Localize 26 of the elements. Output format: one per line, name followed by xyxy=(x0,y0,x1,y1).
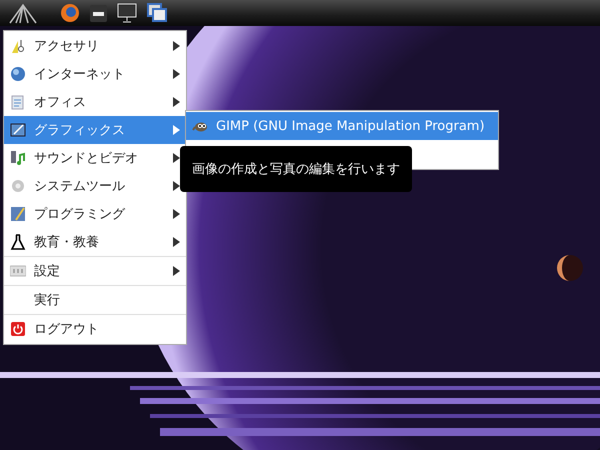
monitor-icon[interactable] xyxy=(117,3,137,23)
pencil-icon xyxy=(10,206,26,222)
menu-item[interactable]: オフィス xyxy=(4,88,186,116)
flask-icon xyxy=(10,234,26,250)
windows-icon[interactable] xyxy=(147,3,167,23)
menu-item[interactable]: 教育・教養 xyxy=(4,228,186,256)
music-icon xyxy=(10,150,26,166)
power-icon xyxy=(10,321,26,337)
gear-icon xyxy=(10,178,26,194)
tooltip: 画像の作成と写真の編集を行います xyxy=(180,146,412,192)
app-menu-icon[interactable] xyxy=(8,2,38,24)
moon-drawing xyxy=(557,255,583,281)
menu-item[interactable]: グラフィックス xyxy=(4,116,186,144)
menu-item[interactable]: 実行 xyxy=(4,286,186,314)
menu-item[interactable]: インターネット xyxy=(4,60,186,88)
document-icon xyxy=(10,94,26,110)
menu-item[interactable]: ログアウト xyxy=(4,315,186,343)
terminal-icon[interactable] xyxy=(90,4,107,22)
menu-item[interactable]: プログラミング xyxy=(4,200,186,228)
menu-item[interactable]: GIMP (GNU Image Manipulation Program) xyxy=(186,112,498,140)
menu-item[interactable]: アクセサリ xyxy=(4,32,186,60)
picture-icon xyxy=(10,122,26,138)
browser-icon[interactable] xyxy=(60,3,80,23)
globe-icon xyxy=(10,66,26,82)
menu-item[interactable]: 設定 xyxy=(4,257,186,285)
switches-icon xyxy=(10,263,26,279)
